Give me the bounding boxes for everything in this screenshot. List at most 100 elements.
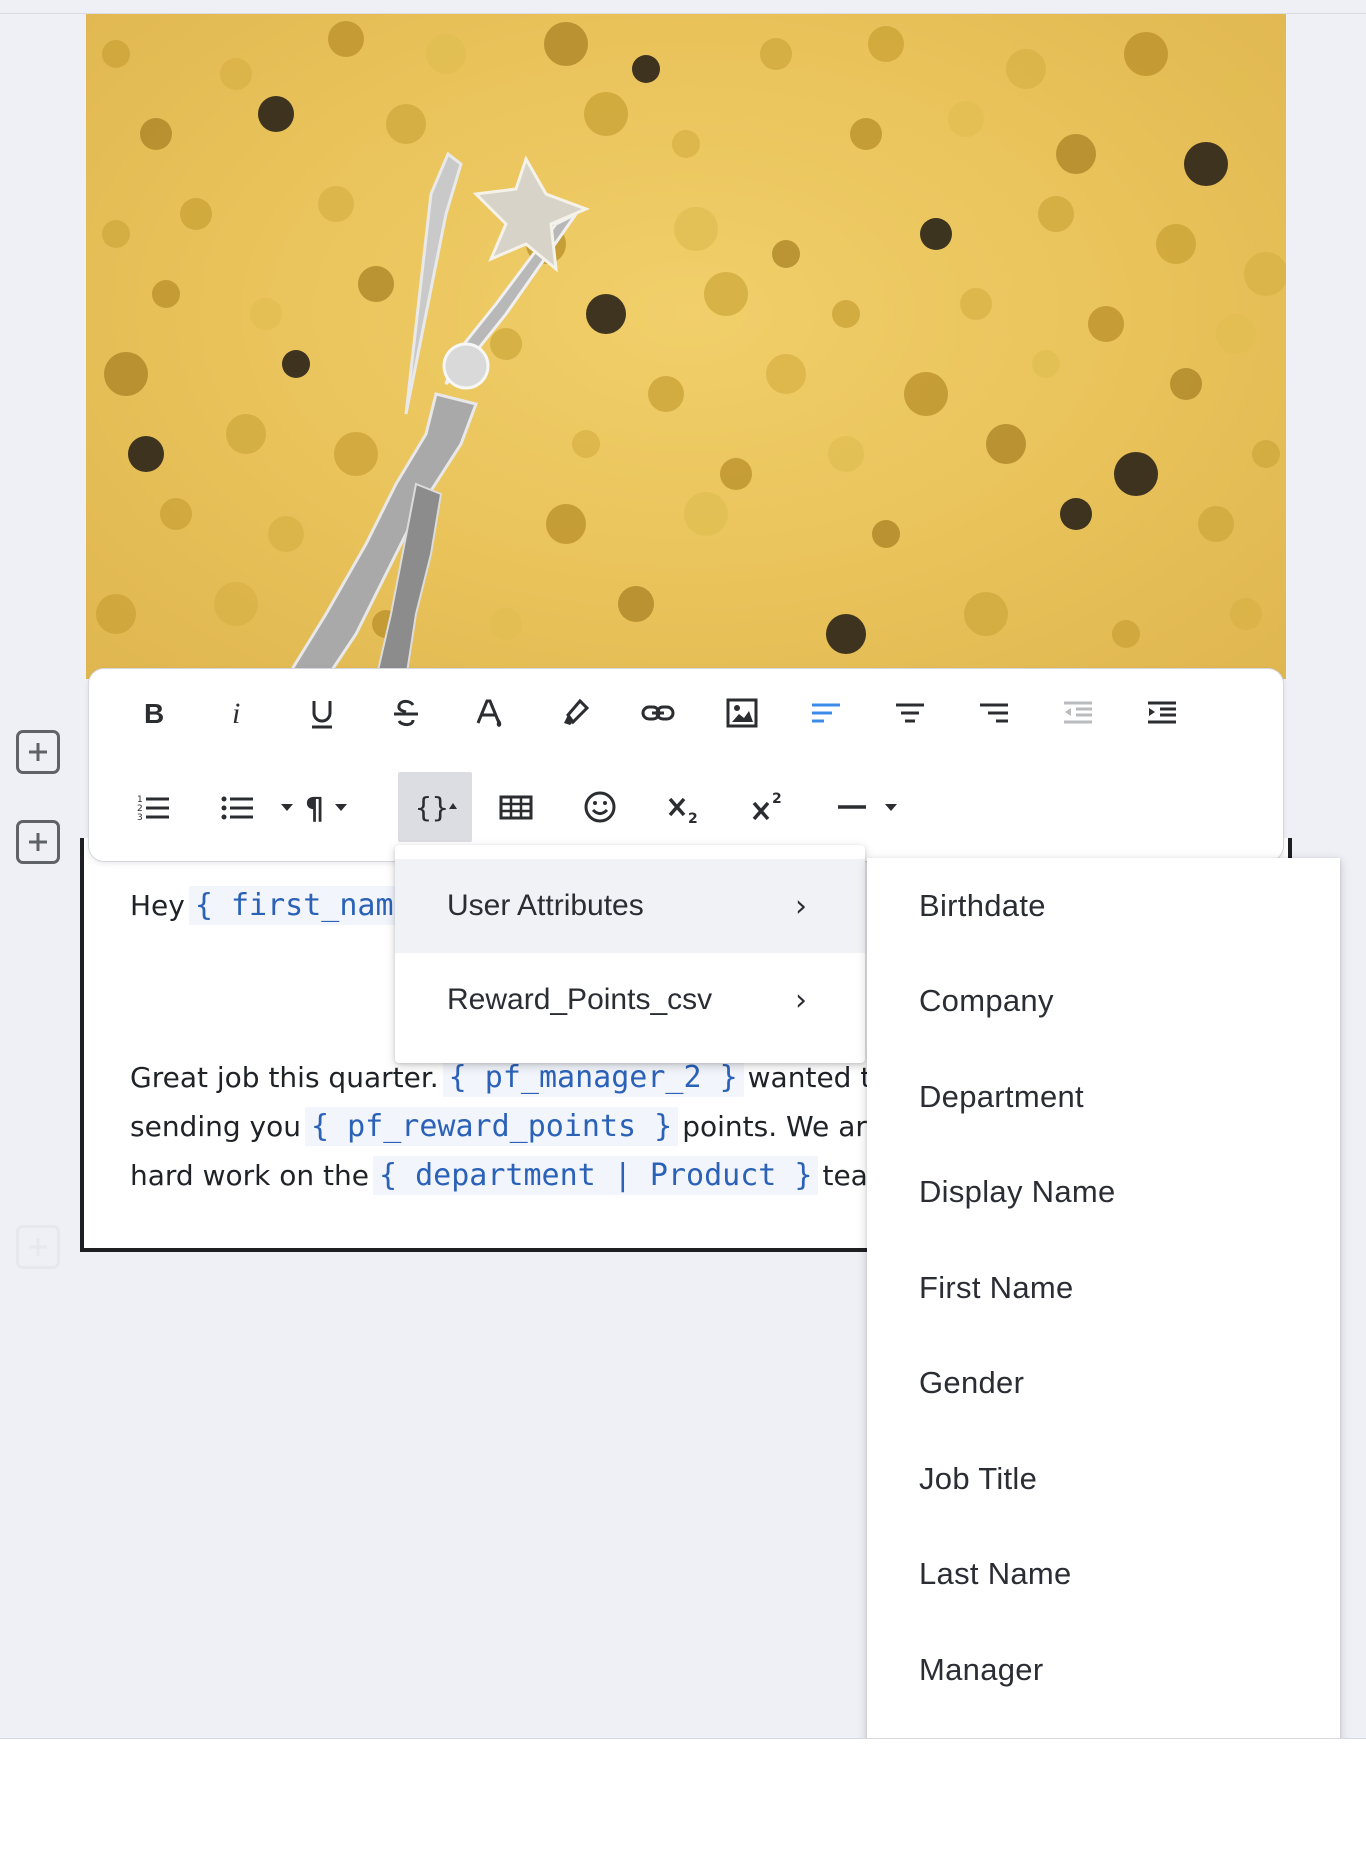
svg-text:3: 3 (137, 813, 143, 823)
submenu-item-company[interactable]: Company (867, 954, 1340, 1050)
confetti-dot (180, 198, 212, 230)
confetti-dot (1170, 368, 1202, 400)
confetti-dot (1006, 49, 1046, 89)
confetti-dot (964, 592, 1008, 636)
variable-tag[interactable]: { pf_manager_2 } (442, 1058, 744, 1097)
confetti-dot (632, 55, 660, 83)
hero-image[interactable] (86, 14, 1286, 679)
confetti-dot (1056, 134, 1096, 174)
align-right-button[interactable] (962, 678, 1026, 748)
submenu-item-manager[interactable]: Manager (867, 1622, 1340, 1718)
text-color-button[interactable] (458, 678, 522, 748)
confetti-dot (684, 492, 728, 536)
editor-text: sending you (130, 1110, 301, 1143)
confetti-dot (1216, 314, 1256, 354)
superscript-button[interactable]: 2 (736, 772, 800, 842)
confetti-dot (872, 520, 900, 548)
caret-down-icon (335, 804, 347, 811)
submenu-item-last-name[interactable]: Last Name (867, 1527, 1340, 1623)
indent-icon (1148, 701, 1176, 724)
bullet-list-icon (221, 796, 253, 820)
caret-down-icon (885, 804, 897, 811)
confetti-dot (220, 58, 252, 90)
ordered-list-icon: 123 (137, 795, 169, 823)
outdent-icon (1064, 701, 1092, 724)
confetti-dot (1244, 252, 1286, 296)
submenu-item-job-title[interactable]: Job Title (867, 1431, 1340, 1527)
paragraph-format-dropdown[interactable] (331, 797, 351, 817)
editor-text: Hey (130, 889, 185, 922)
rich-text-toolbar: B i 123 ¶ {} 2 2 (88, 668, 1284, 862)
subscript-button[interactable]: 2 (652, 772, 716, 842)
menu-item-user-attributes[interactable]: User Attributes › (395, 859, 865, 953)
editor-line-4: hard work on the{ department | Product }… (130, 1156, 895, 1195)
horizontal-rule-dropdown[interactable] (881, 797, 901, 817)
highlighter-icon (564, 698, 590, 725)
menu-item-reward-points-csv[interactable]: Reward_Points_csv › (395, 953, 865, 1047)
confetti-dot (850, 118, 882, 150)
insert-variable-menu: User Attributes › Reward_Points_csv › (395, 845, 865, 1063)
submenu-item-display-name[interactable]: Display Name (867, 1145, 1340, 1241)
confetti-dot (586, 294, 626, 334)
add-block-button-3[interactable] (16, 1225, 60, 1269)
bottom-panel (0, 1738, 1366, 1850)
submenu-item-first-name[interactable]: First Name (867, 1240, 1340, 1336)
insert-variable-button[interactable]: {} (398, 772, 472, 842)
chevron-right-icon: › (795, 888, 807, 924)
underline-icon (312, 701, 332, 729)
horizontal-line-icon (838, 805, 866, 809)
menu-item-label: Reward_Points_csv (447, 983, 713, 1016)
confetti-dot (96, 594, 136, 634)
strikethrough-button[interactable] (374, 678, 438, 748)
trophy-confetti-illustration (96, 21, 1286, 679)
confetti-dot (358, 266, 394, 302)
italic-button[interactable]: i (206, 678, 270, 748)
plus-icon (29, 833, 47, 851)
variable-tag[interactable]: { pf_reward_points } (304, 1107, 679, 1146)
link-button[interactable] (626, 678, 690, 748)
indent-button[interactable] (1130, 678, 1194, 748)
unordered-list-button[interactable] (206, 772, 270, 842)
submenu-item-birthdate[interactable]: Birthdate (867, 858, 1340, 954)
confetti-dot (268, 516, 304, 552)
variable-tag[interactable]: { first_name (188, 886, 418, 925)
editor-text: hard work on the (130, 1159, 369, 1192)
insert-table-button[interactable] (484, 772, 548, 842)
confetti-dot (572, 430, 600, 458)
italic-icon: i (232, 697, 240, 730)
confetti-dot (140, 118, 172, 150)
align-center-button[interactable] (878, 678, 942, 748)
svg-text:B: B (144, 698, 164, 729)
confetti-dot (766, 354, 806, 394)
confetti-dot (760, 38, 792, 70)
confetti-dot (226, 414, 266, 454)
confetti-dot (1114, 452, 1158, 496)
confetti-dot (986, 424, 1026, 464)
confetti-dot (128, 436, 164, 472)
add-block-button-2[interactable] (16, 820, 60, 864)
ordered-list-button[interactable]: 123 (122, 772, 186, 842)
insert-image-button[interactable] (710, 678, 774, 748)
confetti-dot (160, 498, 192, 530)
horizontal-rule-button[interactable] (820, 772, 884, 842)
add-block-button[interactable] (16, 730, 60, 774)
emoji-button[interactable] (568, 772, 632, 842)
confetti-dot (1252, 440, 1280, 468)
svg-text:¶: ¶ (305, 792, 324, 825)
outdent-button[interactable] (1046, 678, 1110, 748)
confetti-dot (214, 582, 258, 626)
submenu-item-gender[interactable]: Gender (867, 1336, 1340, 1432)
variable-tag[interactable]: { department | Product } (372, 1156, 819, 1195)
submenu-item-department[interactable]: Department (867, 1049, 1340, 1145)
chevron-right-icon: › (795, 982, 807, 1018)
confetti-dot (1156, 224, 1196, 264)
align-left-button[interactable] (794, 678, 858, 748)
highlight-button[interactable] (542, 678, 606, 748)
underline-button[interactable] (290, 678, 354, 748)
bold-button[interactable]: B (122, 678, 186, 748)
confetti-dot (102, 40, 130, 68)
confetti-dot (258, 96, 294, 132)
editor-line-1: Hey{ first_name (130, 886, 422, 925)
confetti-dot (544, 22, 588, 66)
confetti-dot (674, 207, 718, 251)
